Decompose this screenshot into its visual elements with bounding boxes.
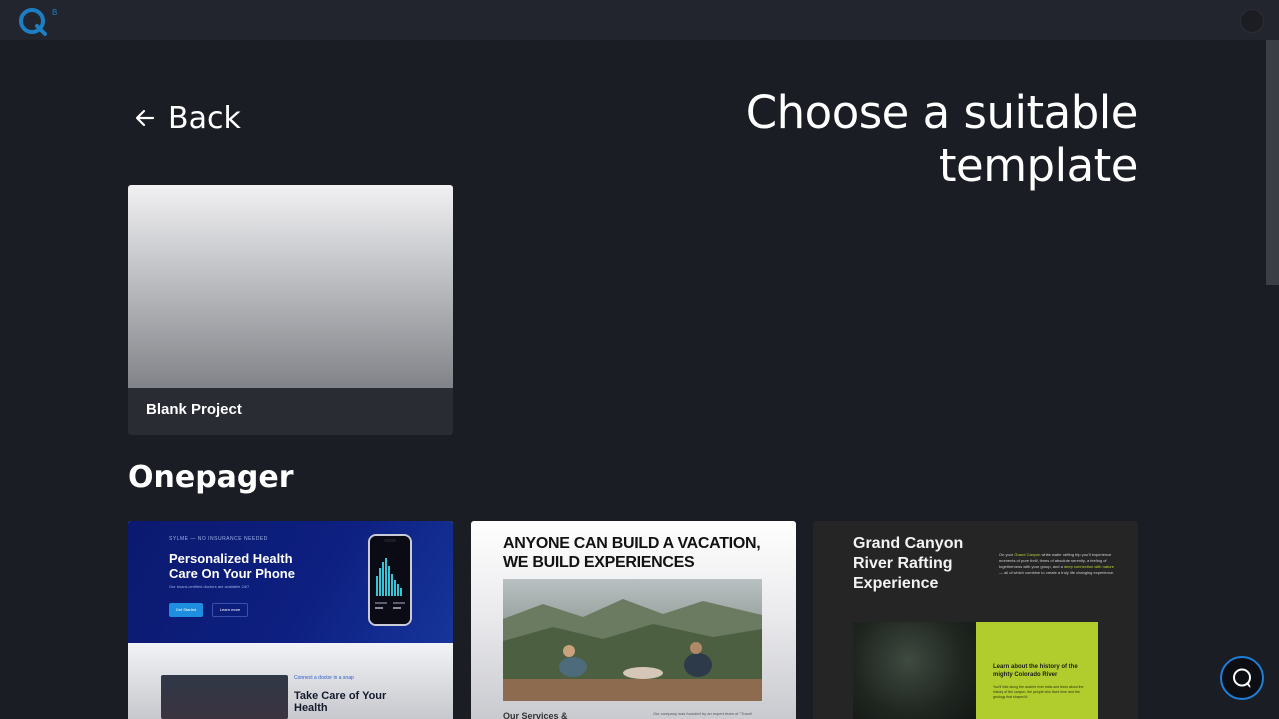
- template-headline: Personalized Health Care On Your Phone: [169, 551, 295, 581]
- template-link: Connect a doctor in a snap: [294, 675, 354, 681]
- mountain-photo-graphic: [503, 599, 762, 701]
- template-card-vacation[interactable]: ANYONE CAN BUILD A VACATION, WE BUILD EX…: [471, 521, 796, 719]
- blank-project-preview: [128, 185, 453, 388]
- template-subtitle: Our board-certified doctors are availabl…: [169, 584, 250, 589]
- template-photo: [853, 622, 976, 719]
- section-title-onepager: Onepager: [128, 460, 294, 495]
- template-footer-text: Our company was founded by an expert tea…: [653, 711, 752, 716]
- phone-mockup: [368, 534, 412, 626]
- template-footer-heading: Our Services &: [503, 711, 568, 719]
- back-button[interactable]: Back: [134, 98, 241, 138]
- brand-logo[interactable]: B: [16, 4, 60, 36]
- logo-superscript: B: [52, 8, 57, 17]
- template-card-health[interactable]: SYLME — NO INSURANCE NEEDED Personalized…: [128, 521, 453, 719]
- scrollbar-thumb[interactable]: [1266, 40, 1279, 285]
- template-headline: ANYONE CAN BUILD A VACATION, WE BUILD EX…: [503, 535, 761, 571]
- template-kicker: SYLME — NO INSURANCE NEEDED: [169, 536, 268, 542]
- template-cta-secondary: Learn more: [212, 603, 248, 617]
- phone-chart-graphic: [370, 536, 410, 624]
- top-bar: B: [0, 0, 1279, 40]
- page-title: Choose a suitable template: [745, 86, 1139, 192]
- chat-button[interactable]: [1220, 656, 1264, 700]
- blank-project-label: Blank Project: [146, 401, 242, 418]
- template-section-title: Take Care of Your Health: [294, 690, 387, 714]
- arrow-left-icon: [135, 109, 155, 127]
- user-avatar-icon[interactable]: [1240, 9, 1264, 33]
- back-label: Back: [168, 100, 241, 136]
- template-headline: Grand Canyon River Rafting Experience: [853, 535, 964, 592]
- template-photo: [161, 675, 288, 719]
- template-panel-heading: Learn about the history of the mighty Co…: [993, 664, 1078, 678]
- chat-bubble-icon: [1233, 668, 1251, 688]
- template-cta-primary: Get Started: [169, 603, 203, 617]
- template-panel-text: You'll hike along the ancient river trai…: [993, 685, 1084, 699]
- brand-q-logo-icon: B: [19, 8, 57, 36]
- template-card-grand-canyon[interactable]: Grand Canyon River Rafting Experience On…: [813, 521, 1138, 719]
- template-paragraph: On your Grand Canyon white water rafting…: [999, 552, 1115, 575]
- blank-project-card[interactable]: Blank Project: [128, 185, 453, 435]
- template-photo: [503, 579, 762, 701]
